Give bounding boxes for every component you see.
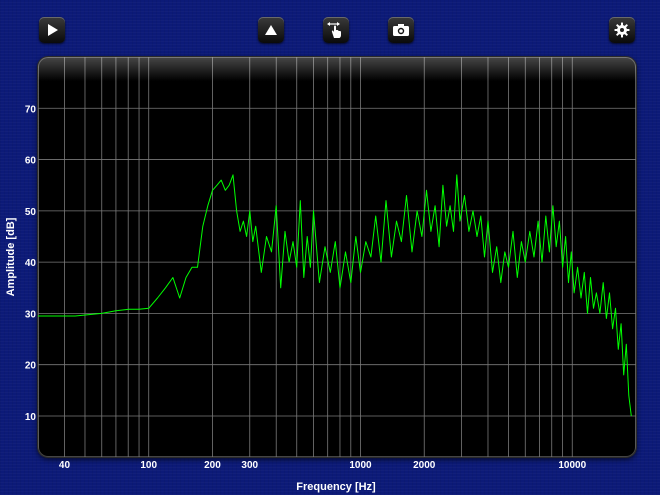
y-tick-label: 60 <box>25 156 37 167</box>
x-tick-label: 10000 <box>558 460 586 471</box>
y-axis-label: Amplitude [dB] <box>5 217 17 296</box>
y-tick-label: 20 <box>25 361 37 372</box>
y-tick-label: 70 <box>25 104 37 115</box>
up-button[interactable] <box>258 17 284 43</box>
spectrum-chart <box>38 57 636 457</box>
x-tick-label: 40 <box>59 460 71 471</box>
triangle-up-icon <box>265 25 277 35</box>
y-tick-label: 30 <box>25 309 37 320</box>
x-tick-label: 100 <box>140 460 157 471</box>
settings-button[interactable] <box>609 17 635 43</box>
y-tick-label: 10 <box>25 412 37 423</box>
hand-pointer-icon <box>327 22 341 38</box>
x-tick-label: 1000 <box>349 460 372 471</box>
camera-icon <box>393 24 409 36</box>
plot-area[interactable] <box>38 57 636 457</box>
play-button[interactable] <box>39 17 65 43</box>
y-tick-label: 50 <box>25 207 37 218</box>
x-axis-label: Frequency [Hz] <box>296 481 376 493</box>
x-tick-label: 300 <box>241 460 258 471</box>
x-tick-label: 200 <box>204 460 221 471</box>
pan-button[interactable] <box>323 17 349 43</box>
gear-icon <box>614 22 630 38</box>
play-icon <box>48 24 58 36</box>
camera-button[interactable] <box>388 17 414 43</box>
x-tick-label: 2000 <box>413 460 436 471</box>
y-tick-label: 40 <box>25 258 37 269</box>
